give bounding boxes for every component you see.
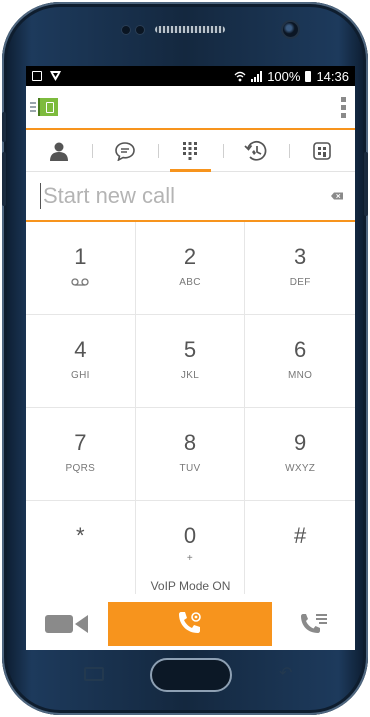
drawer-icon [30, 102, 36, 112]
call-number-input[interactable] [43, 183, 331, 209]
overflow-menu-icon[interactable] [341, 96, 347, 118]
key-2[interactable]: 2 ABC [135, 222, 246, 315]
keypad: 1 2 ABC 3 DEF 4 GHI 5 JKL 6 MNO 7 PQRS 8… [26, 222, 355, 594]
key-9[interactable]: 9 WXYZ [245, 408, 355, 501]
key-4[interactable]: 4 GHI [26, 315, 136, 408]
app-logo-icon [38, 98, 58, 116]
earpiece-speaker [155, 26, 225, 33]
key-letters: TUV [179, 463, 201, 474]
call-transfer-icon [300, 613, 327, 633]
chat-icon [114, 141, 135, 161]
wifi-icon [234, 71, 246, 81]
key-digit: 6 [294, 337, 307, 362]
tab-chat[interactable] [91, 130, 158, 171]
dialpad-icon [183, 141, 198, 160]
tab-contacts[interactable] [26, 130, 92, 171]
key-digit: # [294, 523, 307, 548]
transfer-call-button[interactable] [272, 601, 355, 646]
image-notification-icon [32, 71, 42, 81]
video-camera-icon [45, 614, 88, 633]
key-letters: DEF [289, 277, 311, 288]
tab-history[interactable] [223, 130, 289, 171]
key-digit: 1 [74, 244, 87, 269]
video-call-button[interactable] [26, 601, 108, 646]
person-icon [49, 142, 68, 161]
key-letters: + [186, 553, 194, 564]
key-letters: GHI [70, 370, 90, 381]
light-sensor [136, 26, 144, 34]
key-letters: WXYZ [285, 463, 316, 474]
key-letters: PQRS [65, 463, 96, 474]
clock: 14:36 [316, 68, 349, 84]
battery-icon [305, 70, 312, 82]
voicemail-icon [71, 278, 89, 286]
volume-down-button [2, 152, 6, 206]
front-camera [283, 22, 298, 37]
key-digit: 2 [183, 244, 197, 269]
home-button [150, 658, 232, 692]
key-8[interactable]: 8 TUV [135, 408, 246, 501]
key-digit: 0 [183, 523, 197, 548]
call-button[interactable] [108, 601, 272, 646]
app-logo[interactable] [30, 98, 58, 116]
key-letters: ABC [179, 277, 201, 288]
voip-mode-label: VoIP Mode ON [150, 579, 231, 593]
power-button [364, 152, 368, 216]
call-input-bar [26, 172, 355, 222]
signal-icon [251, 70, 263, 82]
status-bar: 100% 14:36 [26, 66, 355, 86]
key-digit: 9 [294, 430, 307, 455]
key-digit: 8 [183, 430, 197, 455]
key-7[interactable]: 7 PQRS [26, 408, 136, 501]
recent-apps-button [84, 667, 104, 681]
phone-call-icon [179, 611, 201, 633]
key-digit: * [76, 523, 85, 548]
key-letters: MNO [288, 370, 313, 381]
key-digit: 5 [183, 337, 197, 362]
app-bar [26, 86, 355, 130]
key-letters: JKL [180, 370, 200, 381]
phone-frame: 100% 14:36 Start new call 1 2 ABC 3 DEF … [2, 2, 368, 715]
key-1[interactable]: 1 [26, 222, 136, 315]
volume-up-button [2, 112, 6, 142]
key-digit: 4 [74, 337, 87, 362]
back-button: ↶ [279, 665, 293, 682]
call-action-bar [26, 601, 355, 646]
key-digit: 3 [294, 244, 307, 269]
building-icon [313, 141, 331, 160]
tab-bar [26, 130, 355, 172]
backspace-icon[interactable] [331, 189, 343, 203]
text-cursor [40, 183, 41, 209]
key-5[interactable]: 5 JKL [135, 315, 246, 408]
key-6[interactable]: 6 MNO [245, 315, 355, 408]
proximity-sensor [122, 26, 130, 34]
history-icon [244, 140, 267, 161]
key-digit: 7 [74, 430, 87, 455]
screen: 100% 14:36 Start new call 1 2 ABC 3 DEF … [26, 66, 355, 650]
tab-dialpad[interactable] [157, 130, 224, 172]
key-3[interactable]: 3 DEF [245, 222, 355, 315]
tab-home[interactable] [289, 130, 355, 171]
battery-percent: 100% [267, 68, 301, 84]
shield-notification-icon [50, 71, 61, 81]
